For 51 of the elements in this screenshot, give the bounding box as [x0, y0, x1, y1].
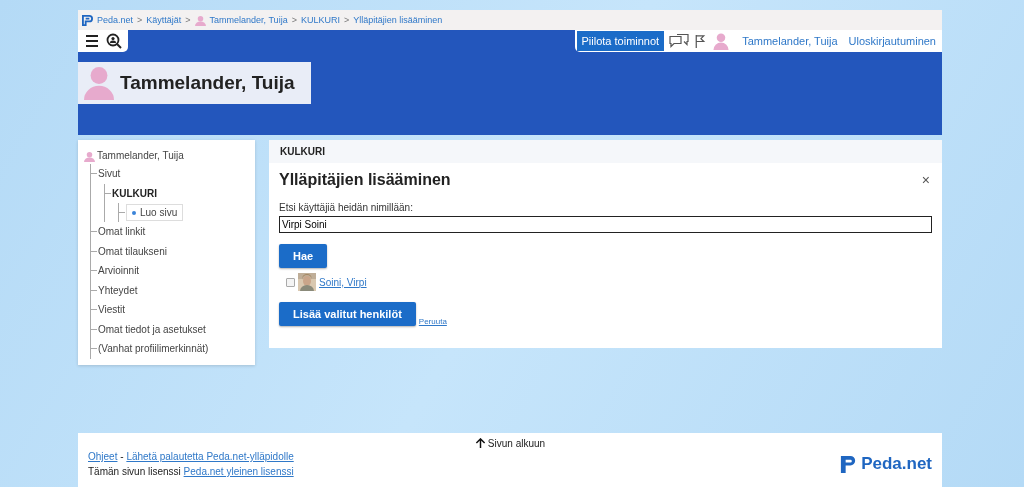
hide-actions-button[interactable]: Piilota toiminnot: [576, 31, 665, 51]
breadcrumb-link[interactable]: KULKURI: [300, 15, 340, 25]
breadcrumb-link[interactable]: Tammelander, Tuija: [209, 15, 288, 25]
search-icon[interactable]: [106, 33, 122, 49]
cancel-link[interactable]: Peruuta: [418, 317, 447, 326]
breadcrumb-separator: >: [185, 15, 191, 25]
license-link[interactable]: Peda.net yleinen lisenssi: [183, 466, 294, 477]
breadcrumb-separator: >: [291, 15, 297, 25]
breadcrumb-link[interactable]: Käyttäjät: [146, 15, 182, 25]
breadcrumb-link[interactable]: Ylläpitäjien lisääminen: [353, 15, 443, 25]
menu-icon[interactable]: [84, 33, 100, 49]
tree-item[interactable]: Sivut: [98, 164, 121, 184]
panel-title: KULKURI: [280, 146, 325, 157]
logo-icon: [839, 453, 859, 475]
user-link[interactable]: Soini, Virpi: [319, 276, 367, 288]
flag-icon[interactable]: [694, 33, 707, 49]
feedback-link[interactable]: Lähetä palautetta Peda.net-ylläpidolle: [126, 451, 294, 462]
avatar-icon: [84, 66, 114, 100]
tree-item[interactable]: Yhteydet: [98, 280, 138, 300]
tree-item[interactable]: (Vanhat profiilimerkinnät): [98, 339, 209, 359]
close-button[interactable]: ×: [919, 172, 932, 188]
avatar-icon: [194, 14, 206, 26]
profile-name: Tammelander, Tuija: [120, 72, 295, 94]
dialog-title: Ylläpitäjien lisääminen: [279, 171, 451, 189]
tree-item[interactable]: Arvioinnit: [98, 261, 140, 281]
create-page-button[interactable]: Luo sivu: [126, 204, 184, 221]
add-selected-button[interactable]: Lisää valitut henkilöt: [279, 302, 416, 326]
breadcrumb-separator: >: [137, 15, 143, 25]
tree-item[interactable]: Omat tiedot ja asetukset: [98, 319, 206, 339]
help-link[interactable]: Ohjeet: [88, 451, 118, 462]
chat-icon[interactable]: [669, 32, 690, 50]
logo-icon: [82, 14, 93, 26]
tree-item[interactable]: Omat tilaukseni: [98, 241, 167, 261]
arrow-up-icon[interactable]: [474, 438, 486, 449]
breadcrumb-link[interactable]: Peda.net: [97, 15, 134, 25]
search-label: Etsi käyttäjiä heidän nimillään:: [279, 202, 414, 213]
logo-text: Peda.net: [861, 454, 932, 474]
search-button[interactable]: Hae: [279, 244, 328, 268]
avatar-icon: [84, 150, 95, 162]
link-separator: -: [120, 451, 124, 462]
tree-item[interactable]: Viestit: [98, 300, 126, 320]
tree-item[interactable]: Tammelander, Tuija: [97, 146, 184, 166]
checkbox[interactable]: [286, 277, 295, 287]
user-link[interactable]: Tammelander, Tuija: [742, 35, 838, 47]
tree-item[interactable]: Omat linkit: [98, 222, 146, 242]
logout-link[interactable]: Uloskirjautuminen: [848, 35, 936, 47]
search-field[interactable]: Virpi Soini: [279, 216, 932, 233]
tree-item[interactable]: KULKURI: [112, 183, 157, 203]
back-to-top-link[interactable]: Sivun alkuun: [487, 438, 546, 449]
license-label: Tämän sivun lisenssi: [88, 466, 181, 477]
breadcrumb-separator: >: [343, 15, 350, 25]
